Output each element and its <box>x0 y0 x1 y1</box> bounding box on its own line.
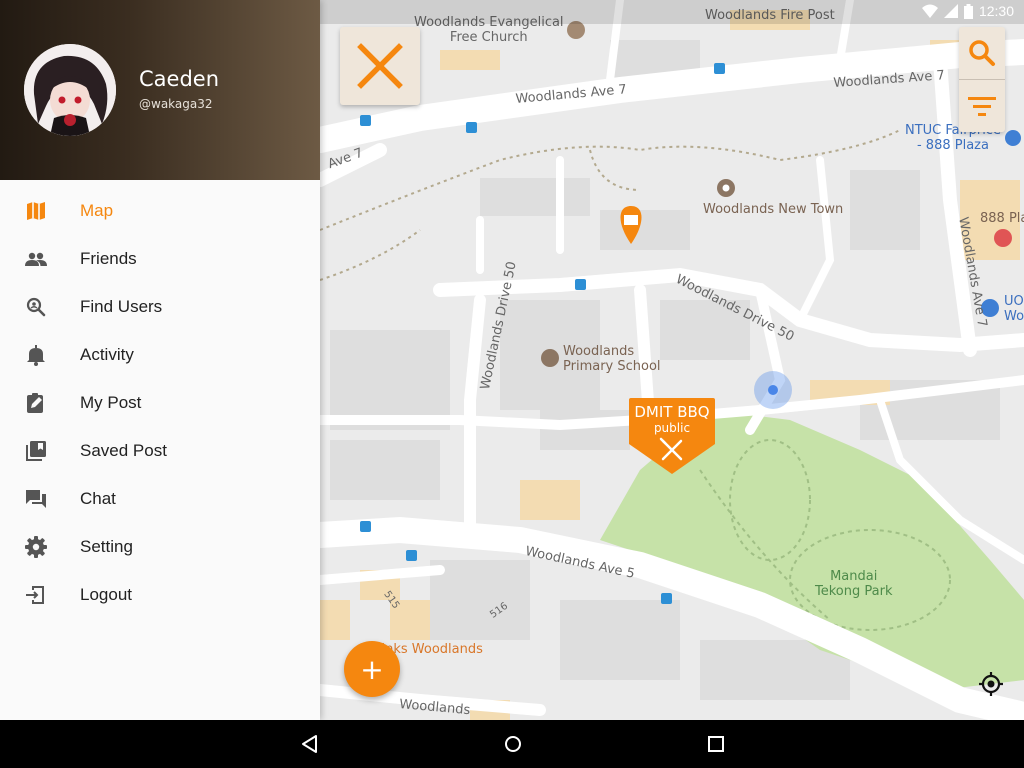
library-icon <box>26 441 46 461</box>
search-button[interactable] <box>959 27 1005 79</box>
logout-icon <box>26 586 44 604</box>
map-label-uo: UO Wo <box>1004 294 1024 324</box>
filter-icon <box>968 97 996 116</box>
user-handle: @wakaga32 <box>139 97 213 111</box>
status-clock: 12:30 <box>978 3 1014 19</box>
battery-icon <box>963 3 973 19</box>
recents-icon[interactable] <box>704 732 728 756</box>
wifi-icon <box>921 4 938 18</box>
my-location-icon <box>979 672 1003 696</box>
menu-item-label: Setting <box>80 537 133 556</box>
menu-item-saved-post[interactable]: Saved Post <box>0 427 320 475</box>
avatar-image <box>24 44 116 136</box>
menu-item-label: Chat <box>80 489 116 508</box>
signal-icon <box>943 4 958 18</box>
map-icon <box>27 202 45 220</box>
menu-item-logout[interactable]: Logout <box>0 571 320 619</box>
map-label-primary-school: Woodlands Primary School <box>563 344 661 374</box>
chat-icon <box>26 490 46 508</box>
gear-icon <box>25 536 47 558</box>
close-button[interactable] <box>340 27 420 105</box>
menu-item-activity[interactable]: Activity <box>0 331 320 379</box>
home-icon[interactable] <box>501 732 525 756</box>
menu-item-friends[interactable]: Friends <box>0 235 320 283</box>
avatar[interactable] <box>24 44 116 136</box>
drawer-menu: Map Friends Find Users Activity My Post … <box>0 187 320 619</box>
menu-item-label: Activity <box>80 345 134 364</box>
menu-item-my-post[interactable]: My Post <box>0 379 320 427</box>
menu-item-label: Find Users <box>80 297 163 316</box>
menu-item-chat[interactable]: Chat <box>0 475 320 523</box>
user-search-icon <box>26 297 46 317</box>
map-label-new-town: Woodlands New Town <box>703 202 844 217</box>
back-icon[interactable] <box>298 732 322 756</box>
menu-item-label: My Post <box>80 393 142 412</box>
bell-icon <box>27 345 45 366</box>
people-icon <box>25 252 47 266</box>
event-pin-title: DMIT BBQ <box>634 403 710 421</box>
add-post-button[interactable]: + <box>344 641 400 697</box>
event-pin-subtitle: public <box>653 421 691 435</box>
close-icon <box>357 43 403 89</box>
navigation-drawer: Caeden @wakaga32 Map Friends Find Users … <box>0 0 320 720</box>
map-tools-panel <box>959 27 1005 132</box>
map-label-888-plaza: 888 Pla <box>980 211 1024 226</box>
menu-item-map[interactable]: Map <box>0 187 320 235</box>
menu-item-label: Saved Post <box>80 441 167 460</box>
system-nav-bar <box>0 720 1024 768</box>
search-icon <box>969 40 995 66</box>
drawer-header: Caeden @wakaga32 <box>0 0 320 180</box>
menu-item-find-users[interactable]: Find Users <box>0 283 320 331</box>
map-label-park: Mandai Tekong Park <box>815 569 893 599</box>
my-location-button[interactable] <box>977 670 1005 698</box>
user-name: Caeden <box>139 67 220 91</box>
menu-item-label: Friends <box>80 249 137 268</box>
menu-item-label: Logout <box>80 585 132 604</box>
edit-post-icon <box>27 393 43 413</box>
event-pin-marker[interactable]: DMIT BBQ public <box>629 398 715 476</box>
filter-button[interactable] <box>959 80 1005 132</box>
menu-item-label: Map <box>80 201 114 220</box>
menu-item-setting[interactable]: Setting <box>0 523 320 571</box>
